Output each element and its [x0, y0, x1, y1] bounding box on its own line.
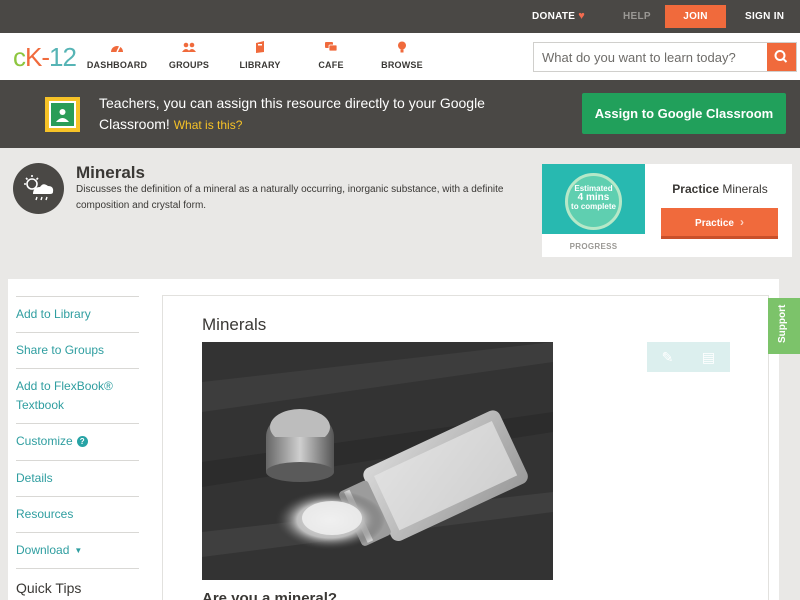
details-link[interactable]: Details — [16, 460, 139, 496]
top-utility-bar: DONATE ♥ HELP JOIN SIGN IN — [0, 0, 800, 33]
weather-icon — [13, 163, 64, 214]
nav-library[interactable]: LIBRARY — [225, 41, 295, 70]
help-icon[interactable]: ? — [76, 436, 88, 447]
browse-icon — [398, 41, 406, 53]
assign-to-google-classroom-button[interactable]: Assign to Google Classroom — [582, 93, 786, 134]
google-classroom-banner: Teachers, you can assign this resource d… — [0, 80, 800, 148]
search-input[interactable] — [534, 43, 768, 71]
resources-link[interactable]: Resources — [16, 496, 139, 532]
cafe-icon — [325, 42, 338, 52]
add-to-flexbook-link[interactable]: Add to FlexBook® Textbook — [16, 368, 139, 423]
progress-label: PROGRESS — [569, 242, 618, 251]
nav-browse[interactable]: BROWSE — [367, 41, 437, 70]
what-is-this-link[interactable]: What is this? — [174, 118, 243, 132]
notes-icon[interactable]: ▤ — [688, 342, 729, 372]
caret-down-icon: ▼ — [74, 546, 83, 555]
support-tab[interactable]: Support — [768, 298, 800, 354]
dashboard-icon — [111, 45, 123, 53]
content-title: Minerals — [202, 315, 267, 334]
groups-icon — [182, 42, 196, 52]
download-dropdown[interactable]: Download ▼ — [16, 532, 139, 568]
chevron-right-icon: › — [739, 215, 744, 229]
customize-link[interactable]: Customize? — [16, 423, 139, 460]
practice-card: Estimated 4 mins to complete PROGRESS Pr… — [542, 164, 792, 257]
donate-link[interactable]: DONATE ♥ — [532, 0, 585, 33]
estimated-time-badge: Estimated 4 mins to complete — [565, 173, 622, 230]
help-link[interactable]: HELP — [623, 0, 651, 33]
nav-dashboard[interactable]: DASHBOARD — [82, 41, 152, 70]
sidebar: Add to Library Share to Groups Add to Fl… — [8, 279, 151, 600]
join-button[interactable]: JOIN — [665, 5, 726, 28]
quick-tips-heading: Quick Tips — [16, 568, 139, 596]
practice-button[interactable]: Practice › — [661, 208, 778, 239]
lesson-description: Discusses the definition of a mineral as… — [76, 184, 504, 211]
pencil-icon[interactable]: ✎ — [647, 342, 688, 372]
nav-groups[interactable]: GROUPS — [154, 41, 224, 70]
ck12-logo[interactable]: cK-12 — [13, 42, 77, 73]
progress-area: Estimated 4 mins to complete — [542, 164, 645, 234]
search-button[interactable] — [767, 43, 796, 71]
salt-shaker-photo — [202, 342, 553, 580]
section-heading: Are you a mineral? — [202, 590, 338, 600]
add-to-library-link[interactable]: Add to Library — [16, 296, 139, 332]
share-to-groups-link[interactable]: Share to Groups — [16, 332, 139, 368]
sign-in-link[interactable]: SIGN IN — [745, 0, 784, 33]
search-box — [533, 42, 797, 72]
nav-cafe[interactable]: CAFE — [296, 41, 366, 70]
search-icon — [774, 50, 788, 63]
library-icon — [256, 41, 264, 53]
content-tools: ✎ ▤ — [647, 342, 730, 372]
lesson-title: Minerals — [76, 163, 145, 182]
main-header: cK-12 DASHBOARD GROUPS LIBRARY CAFE BROW… — [0, 33, 800, 80]
heart-icon: ♥ — [578, 10, 586, 22]
google-classroom-icon — [45, 97, 80, 132]
classroom-message: Teachers, you can assign this resource d… — [99, 95, 485, 132]
practice-title: Practice Minerals — [672, 182, 768, 196]
